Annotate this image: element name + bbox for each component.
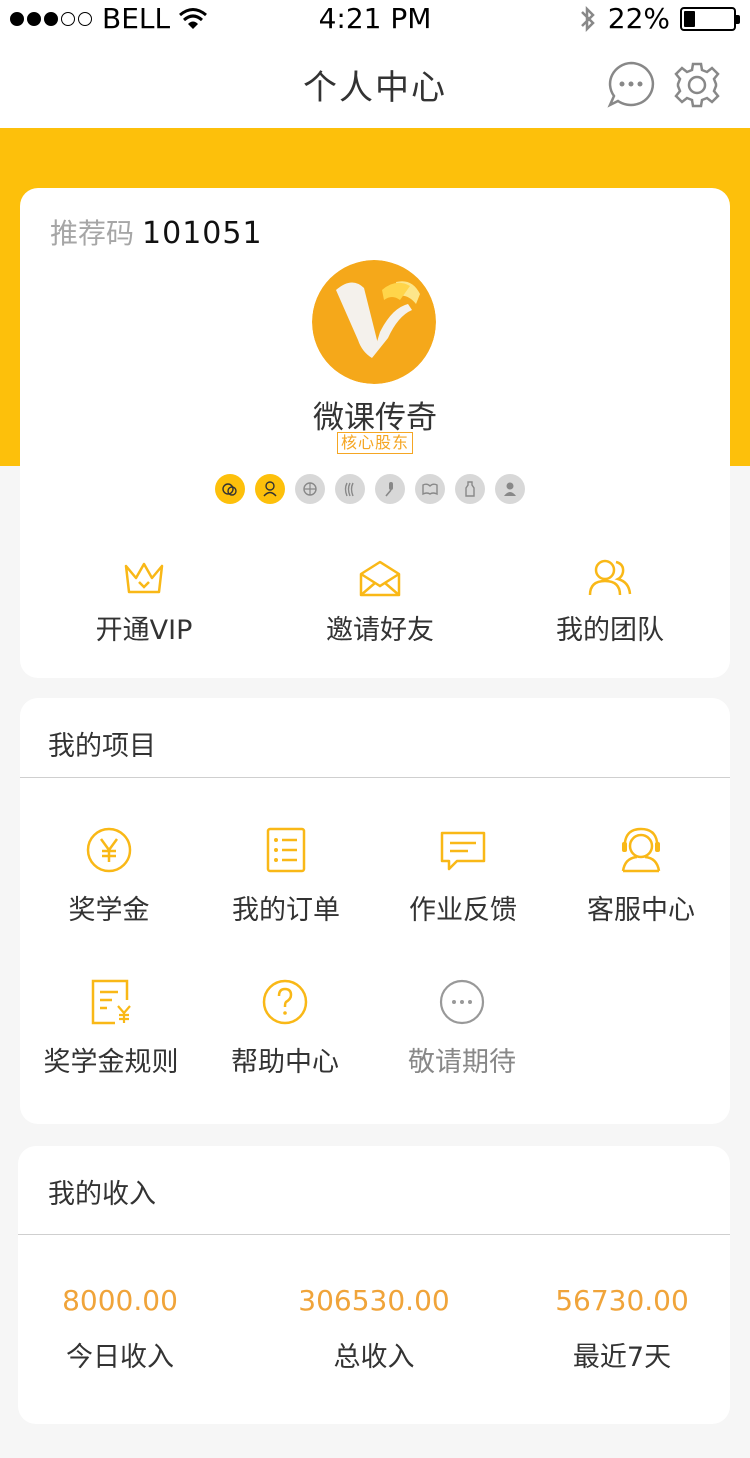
scholarship-rules-label: 奖学金规则 [43,1047,179,1078]
income-today[interactable]: 8000.00 今日收入 [10,1284,230,1374]
invite-friends-button[interactable]: 邀请好友 [280,558,480,647]
nav-bar: 个人中心 [0,40,750,128]
user-role-badge: 核心股东 [336,432,413,454]
gear-icon[interactable] [672,60,722,110]
battery-icon [680,6,740,31]
income-card: 我的收入 8000.00 今日收入 306530.00 总收入 56730.00… [18,1146,730,1424]
yen-document-icon [91,979,131,1025]
scholarship-rules-button[interactable]: 奖学金规则 [26,978,196,1079]
referral-code-label: 推荐码 [50,217,135,250]
microphone-icon[interactable] [375,474,405,504]
coming-soon-label: 敬请期待 [408,1047,516,1078]
headset-icon [621,827,661,873]
help-center-label: 帮助中心 [231,1047,339,1078]
order-list-icon [266,827,306,873]
profile-card: 推荐码 101051 微课传奇 核心股东 开通VIP 邀请好友 我的团队 [20,188,730,678]
my-orders-button[interactable]: 我的订单 [201,826,371,927]
hair-icon[interactable] [335,474,365,504]
scholarship-label: 奖学金 [68,895,150,926]
divider [18,1234,730,1235]
coming-soon-button[interactable]: 敬请期待 [377,978,547,1079]
invite-friends-label: 邀请好友 [326,615,434,646]
quick-actions: 开通VIP 邀请好友 我的团队 [20,558,730,658]
referral-code-value: 101051 [142,216,263,251]
crown-icon [124,562,164,594]
more-circle-icon [439,979,485,1025]
avatar[interactable] [312,260,436,384]
bluetooth-icon [580,5,595,32]
book-icon[interactable] [415,474,445,504]
income-last-7-days[interactable]: 56730.00 最近7天 [512,1284,732,1374]
message-icon[interactable] [606,60,656,110]
person-chat-icon[interactable] [255,474,285,504]
income-7days-value: 56730.00 [555,1284,689,1317]
user-icon[interactable] [495,474,525,504]
income-total-label: 总收入 [333,1342,415,1373]
open-vip-label: 开通VIP [95,615,193,646]
status-right: 22% [578,2,740,35]
yen-circle-icon [86,827,132,873]
scholarship-button[interactable]: 奖学金 [24,826,194,927]
income-7days-label: 最近7天 [572,1342,672,1373]
income-today-value: 8000.00 [62,1284,178,1317]
income-total[interactable]: 306530.00 总收入 [264,1284,484,1374]
homework-feedback-button[interactable]: 作业反馈 [378,826,548,927]
open-vip-button[interactable]: 开通VIP [44,558,244,647]
customer-service-label: 客服中心 [587,895,695,926]
battery-percent: 22% [607,2,670,35]
referral-code: 推荐码 101051 [50,212,263,252]
status-bar: BELL 4:21 PM 22% [0,0,750,40]
divider [20,777,730,778]
income-title: 我的收入 [48,1179,156,1210]
income-today-label: 今日收入 [66,1342,174,1373]
achievement-badges [215,474,525,504]
projects-title: 我的项目 [48,731,156,762]
message-square-icon [440,831,486,871]
help-center-button[interactable]: 帮助中心 [200,978,370,1079]
customer-service-button[interactable]: 客服中心 [556,826,726,927]
team-icon [588,559,632,596]
wechat-icon[interactable] [215,474,245,504]
my-team-label: 我的团队 [556,615,664,646]
bottle-icon[interactable] [455,474,485,504]
my-team-button[interactable]: 我的团队 [510,558,710,647]
question-circle-icon [262,979,308,1025]
projects-card: 我的项目 奖学金 我的订单 作业反馈 客服中心 奖学金规则 帮助中心 敬请期待 [20,698,730,1124]
homework-feedback-label: 作业反馈 [409,895,517,926]
envelope-icon [359,560,401,597]
globe-icon[interactable] [295,474,325,504]
my-orders-label: 我的订单 [232,895,340,926]
income-total-value: 306530.00 [298,1284,450,1317]
user-name: 微课传奇 [313,400,437,436]
logo-icon [312,260,436,384]
